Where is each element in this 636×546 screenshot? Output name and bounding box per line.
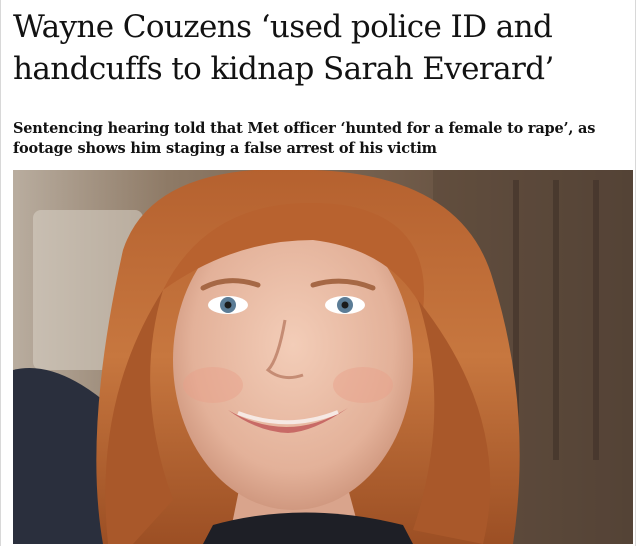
article-headline: Wayne Couzens ‘used police ID and handcu… [13, 9, 554, 87]
article-photo [13, 170, 633, 544]
article-standfirst: Sentencing hearing told that Met officer… [13, 120, 596, 157]
